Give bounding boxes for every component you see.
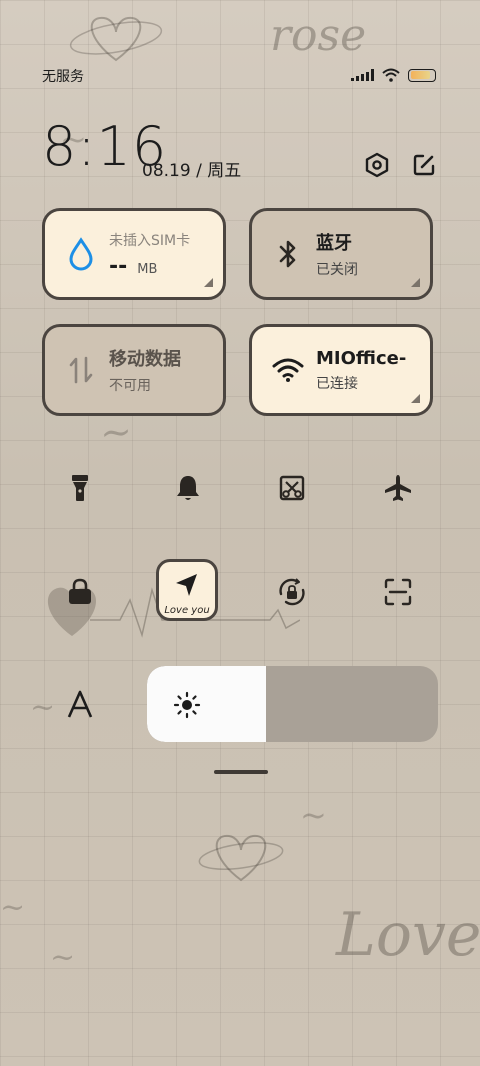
wallpaper-doodle-love: Love bbox=[336, 900, 480, 970]
scan-icon[interactable] bbox=[374, 568, 422, 616]
location-sticker-label: Love you bbox=[164, 605, 210, 616]
edit-icon[interactable] bbox=[409, 150, 439, 180]
tile-data-usage-unit: MB bbox=[137, 261, 158, 277]
expand-corner-icon bbox=[204, 278, 213, 287]
location-icon bbox=[176, 574, 197, 596]
wallpaper-text-5: ~ bbox=[0, 890, 26, 925]
wifi-icon bbox=[260, 357, 316, 383]
wifi-status-icon bbox=[382, 68, 400, 82]
tile-bluetooth[interactable]: 蓝牙 已关闭 bbox=[249, 208, 433, 300]
panel-drag-handle[interactable] bbox=[214, 770, 268, 774]
expand-corner-icon bbox=[411, 394, 420, 403]
data-arrows-icon bbox=[53, 355, 109, 385]
wallpaper-text-4: ~ bbox=[300, 796, 327, 834]
wallpaper-doodle-rose: rose bbox=[270, 10, 367, 61]
tile-data-usage-title: 未插入SIM卡 bbox=[109, 232, 191, 249]
battery-icon bbox=[408, 68, 436, 82]
bell-icon[interactable] bbox=[164, 464, 212, 512]
signal-icon bbox=[351, 69, 374, 81]
carrier-status: 无服务 bbox=[42, 69, 84, 85]
tile-wifi-title: MIOffice- bbox=[316, 347, 407, 369]
tile-wifi[interactable]: MIOffice- 已连接 bbox=[249, 324, 433, 416]
bluetooth-icon bbox=[260, 238, 316, 270]
tile-bluetooth-title: 蓝牙 bbox=[316, 233, 352, 254]
expand-corner-icon bbox=[411, 278, 420, 287]
tile-data-usage[interactable]: 未插入SIM卡 -- MB bbox=[42, 208, 226, 300]
tile-data-usage-value: -- bbox=[109, 253, 128, 279]
heart-doodle-bottom bbox=[198, 834, 284, 882]
brightness-fill bbox=[147, 666, 267, 742]
rotation-lock-icon[interactable] bbox=[268, 568, 316, 616]
tile-mobile-data-title: 移动数据 bbox=[109, 349, 181, 370]
location-toggle[interactable]: Love you bbox=[156, 559, 218, 621]
wallpaper-text-6: ~ bbox=[50, 940, 76, 975]
wallpaper-text-3: ~ bbox=[30, 690, 56, 725]
clock-date: 08.19 / 周五 bbox=[142, 161, 242, 181]
tile-mobile-data[interactable]: 移动数据 不可用 bbox=[42, 324, 226, 416]
status-icons bbox=[351, 68, 436, 82]
lock-icon[interactable] bbox=[56, 568, 104, 616]
screenshot-icon[interactable] bbox=[268, 464, 316, 512]
font-size-icon[interactable] bbox=[56, 680, 104, 728]
airplane-icon[interactable] bbox=[374, 464, 422, 512]
sun-icon bbox=[173, 691, 201, 723]
tile-wifi-subtitle: 已连接 bbox=[316, 375, 358, 392]
tile-mobile-data-subtitle: 不可用 bbox=[109, 378, 151, 394]
battery-level bbox=[410, 71, 430, 79]
flashlight-icon[interactable] bbox=[56, 464, 104, 512]
water-drop-icon bbox=[53, 237, 109, 271]
brightness-slider[interactable] bbox=[147, 666, 438, 742]
tile-bluetooth-subtitle: 已关闭 bbox=[316, 262, 358, 278]
heart-doodle-top bbox=[69, 16, 163, 62]
settings-icon[interactable] bbox=[362, 150, 392, 180]
